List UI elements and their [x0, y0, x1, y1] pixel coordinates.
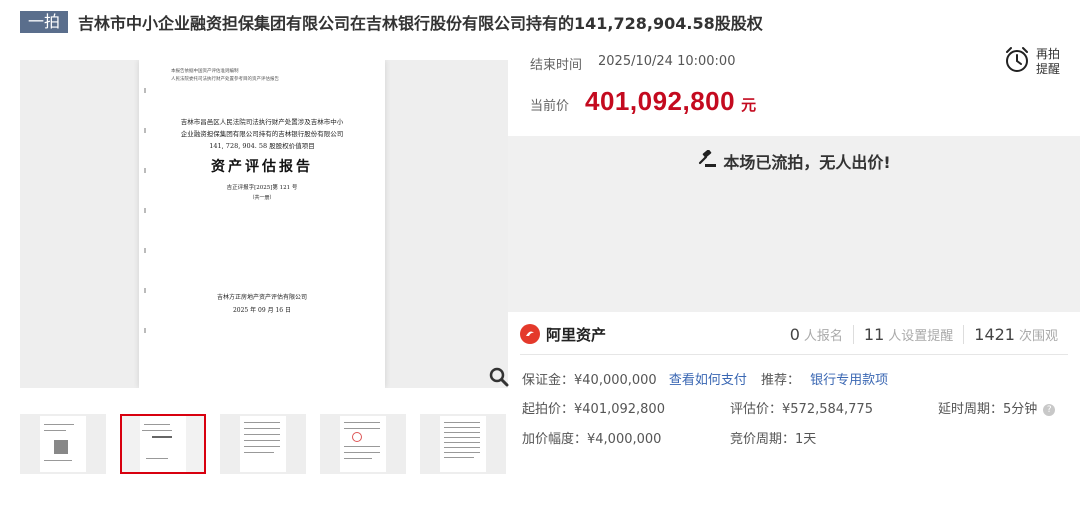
doc-number: 吉正评报字[2025]第 121 号 — [226, 185, 298, 191]
title-row: 一拍 吉林市中小企业融资担保集团有限公司在吉林银行股份有限公司持有的141,72… — [20, 10, 763, 34]
magnifier-icon[interactable] — [488, 366, 510, 388]
thumbnail-3[interactable] — [220, 414, 306, 474]
doc-header-line: 人民法院委托司法执行财产处置参考目的资产评估报告 — [171, 77, 279, 82]
stat-views: 1421 次围观 — [963, 324, 1068, 344]
price-unit: 元 — [741, 96, 757, 114]
main-image-viewer[interactable]: 本报告依据中国资产评估准则编制 人民法院委托司法执行财产处置参考目的资产评估报告… — [20, 60, 508, 388]
gavel-icon — [697, 149, 717, 172]
doc-main-title: 资产评估报告 — [211, 159, 313, 175]
platform-name: 阿里资产 — [546, 325, 607, 344]
delay-period-row: 延时周期：5分钟? — [938, 398, 1056, 417]
stat-applicants: 0 人报名 — [789, 324, 843, 344]
thumbnail-5[interactable] — [420, 414, 506, 474]
end-time-value: 2025/10/24 10:00:00 — [598, 54, 736, 69]
binding-marks — [144, 88, 147, 368]
current-price-label: 当前价 — [530, 99, 570, 114]
delay-period: 延时周期：5分钟 — [938, 402, 1038, 417]
alibaba-logo-icon — [520, 324, 540, 344]
bid-increment: 加价幅度：¥4,000,000 — [522, 432, 662, 447]
doc-text-line: 吉林市昌邑区人民法院司法执行财产处置涉及吉林市中小 — [180, 118, 344, 126]
status-message: 本场已流拍，无人出价! — [723, 153, 891, 172]
document-preview: 本报告依据中国资产评估准则编制 人民法院委托司法执行财产处置参考目的资产评估报告… — [139, 60, 385, 388]
recommend-label: 推荐： — [761, 373, 801, 388]
deposit-text: 保证金：¥40,000,000 — [522, 373, 657, 388]
stat-reminders: 11 人设置提醒 — [852, 324, 963, 344]
auction-round-badge: 一拍 — [20, 11, 69, 33]
recommend-link[interactable]: 银行专用款项 — [810, 373, 888, 388]
help-icon[interactable]: ? — [1043, 403, 1056, 416]
platform-row: 阿里资产 0 人报名 11 人设置提醒 1421 次围观 — [520, 320, 1068, 348]
status-message-row: 本场已流拍，无人出价! — [508, 149, 1080, 173]
thumbnail-2[interactable] — [120, 414, 206, 474]
thumbnail-strip — [20, 414, 506, 474]
alibaba-assets-logo[interactable]: 阿里资产 — [520, 324, 606, 345]
thumbnail-4[interactable] — [320, 414, 406, 474]
doc-header-line: 本报告依据中国资产评估准则编制 — [171, 69, 239, 74]
doc-text-line: 企业融资担保集团有限公司持有的吉林银行股份有限公司 — [180, 130, 344, 138]
doc-volume: （共一册） — [249, 195, 275, 201]
current-price-row: 当前价 401,092,800 元 — [530, 86, 756, 117]
bid-period: 竞价周期：1天 — [730, 432, 817, 447]
thumbnail-1[interactable] — [20, 414, 106, 474]
page-title: 吉林市中小企业融资担保集团有限公司在吉林银行股份有限公司持有的141,728,9… — [78, 14, 763, 33]
divider — [520, 354, 1068, 355]
doc-date: 2025 年 09 月 16 日 — [232, 307, 292, 314]
deposit-row: 保证金：¥40,000,000 查看如何支付 推荐： 银行专用款项 — [522, 369, 888, 388]
doc-company: 吉林方正房地产资产评估有限公司 — [216, 294, 307, 301]
current-price-value: 401,092,800 — [585, 86, 736, 116]
how-to-pay-link[interactable]: 查看如何支付 — [669, 373, 747, 388]
end-time-label: 结束时间 — [530, 58, 583, 73]
end-time-row: 结束时间 2025/10/24 10:00:00 — [530, 54, 735, 73]
doc-text-line: 141, 728, 904. 58 股股权价值项目 — [209, 142, 315, 150]
reauction-remind-button[interactable]: 再拍 提醒 — [1004, 46, 1060, 78]
stats-bar: 0 人报名 11 人设置提醒 1421 次围观 — [780, 324, 1068, 344]
reauction-remind-label: 再拍 提醒 — [1036, 47, 1061, 76]
alarm-clock-icon — [1004, 46, 1030, 78]
evaluation-price: 评估价：¥572,584,775 — [730, 402, 873, 417]
auction-status-box: 本场已流拍，无人出价! — [508, 136, 1080, 312]
start-price: 起拍价：¥401,092,800 — [522, 402, 665, 417]
